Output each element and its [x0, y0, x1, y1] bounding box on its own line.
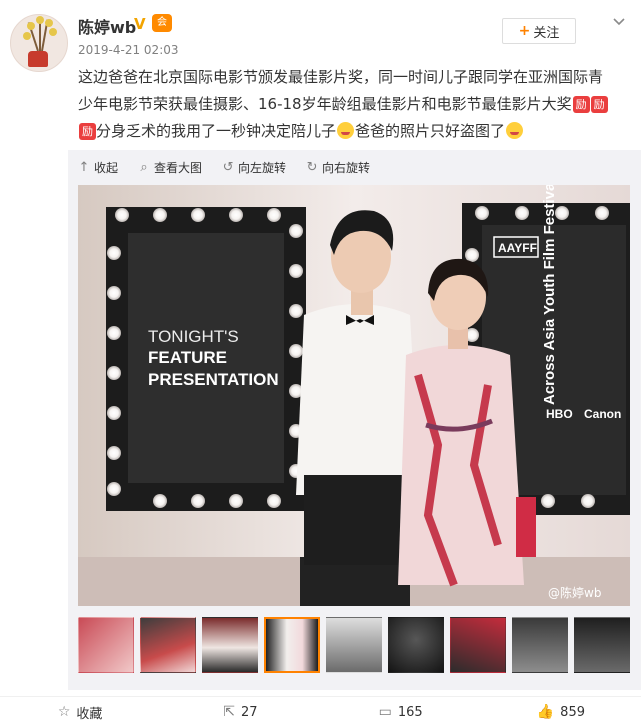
- collapse-button[interactable]: ↑ 收起: [78, 159, 118, 176]
- favorite-label: 收藏: [76, 706, 103, 722]
- magnifier-icon: ⌕: [140, 159, 148, 175]
- vip-badge-icon: 会: [152, 14, 172, 32]
- repost-button[interactable]: ⇱ 27: [160, 697, 320, 727]
- comment-count: 165: [397, 704, 423, 720]
- follow-label: 关注: [533, 25, 560, 41]
- emoji-tag-icon: 励: [590, 96, 608, 113]
- avatar[interactable]: [10, 14, 68, 72]
- like-button[interactable]: 👍 859: [481, 697, 641, 727]
- post-line-2-text: 少年电影节荣获最佳摄影、16-18岁年龄组最佳影片和电影节最佳影片大奖: [78, 95, 572, 113]
- post-line-3: 励分身乏术的我用了一秒钟决定陪儿子 爸爸的照片只好盗图了: [78, 118, 633, 145]
- arrow-up-icon: ↑: [78, 159, 90, 175]
- rotate-left-icon: ↺: [222, 159, 234, 175]
- rotate-right-button[interactable]: ↻ 向右旋转: [306, 159, 370, 176]
- post-timestamp[interactable]: 2019-4-21 02:03: [78, 43, 179, 57]
- thumbnail-9[interactable]: [574, 617, 630, 673]
- emoji-tag-icon: 励: [572, 96, 590, 113]
- rotate-right-icon: ↻: [306, 159, 318, 175]
- post-line-1: 这边爸爸在北京国际电影节颁发最佳影片奖，同一时间儿子跟同学在亚洲国际青: [78, 68, 604, 86]
- star-icon: ☆: [57, 704, 71, 720]
- thumbnail-4-selected[interactable]: [264, 617, 320, 673]
- repost-count: 27: [240, 704, 258, 720]
- festival-vertical-text: Across Asia Youth Film Festival 2019: [541, 185, 558, 405]
- weibo-post-card: 陈婷wb V 会 2019-4-21 02:03 + 关注 这边爸爸在北京国际电…: [0, 0, 641, 726]
- username[interactable]: 陈婷wb: [78, 14, 136, 38]
- thumbnail-2[interactable]: [140, 617, 196, 673]
- main-photo[interactable]: TONIGHT'S FEATURE PRESENTATION AAYFF Acr…: [78, 185, 630, 606]
- sponsor-canon: Canon: [584, 407, 621, 421]
- board-text-3: PRESENTATION: [148, 370, 279, 389]
- post-content: 这边爸爸在北京国际电影节颁发最佳影片奖，同一时间儿子跟同学在亚洲国际青 少年电影…: [78, 64, 633, 145]
- board-text-2: FEATURE: [148, 348, 227, 367]
- thumbnail-1[interactable]: [78, 617, 134, 673]
- tongue-emoji-icon: [337, 122, 355, 139]
- thumbnail-7[interactable]: [450, 617, 506, 673]
- rotate-left-label: 向左旋转: [238, 160, 287, 175]
- chevron-down-icon[interactable]: [611, 13, 627, 29]
- post-line-3a: 分身乏术的我用了一秒钟决定陪儿子: [96, 122, 337, 140]
- like-count: 859: [560, 704, 585, 720]
- board-text-1: TONIGHT'S: [148, 327, 239, 346]
- post-line-3b: 爸爸的照片只好盗图了: [355, 122, 506, 140]
- thumbs-up-icon: 👍: [536, 704, 555, 720]
- plus-icon: +: [518, 23, 531, 39]
- comment-icon: ▭: [378, 704, 392, 720]
- repost-icon: ⇱: [223, 704, 235, 720]
- sponsor-hbo: HBO: [546, 407, 573, 421]
- thumbnail-6[interactable]: [388, 617, 444, 673]
- favorite-button[interactable]: ☆ 收藏: [0, 697, 160, 727]
- emoji-tag-icon: 励: [79, 123, 96, 140]
- photo-credit: @陈婷wb: [548, 585, 601, 600]
- post-line-2: 少年电影节荣获最佳摄影、16-18岁年龄组最佳影片和电影节最佳影片大奖励励: [78, 91, 633, 118]
- thumbnail-strip: [78, 617, 630, 673]
- unamused-emoji-icon: [506, 122, 524, 139]
- collapse-label: 收起: [94, 160, 119, 175]
- rotate-left-button[interactable]: ↺ 向左旋转: [222, 159, 286, 176]
- view-large-label: 查看大图: [154, 160, 203, 175]
- comment-button[interactable]: ▭ 165: [321, 697, 481, 727]
- photo-scene: TONIGHT'S FEATURE PRESENTATION AAYFF Acr…: [78, 185, 630, 606]
- view-large-button[interactable]: ⌕ 查看大图: [138, 159, 202, 176]
- rotate-right-label: 向右旋转: [322, 160, 371, 175]
- thumbnail-8[interactable]: [512, 617, 568, 673]
- image-toolbar: ↑ 收起 ⌕ 查看大图 ↺ 向左旋转 ↻ 向右旋转: [78, 157, 371, 177]
- aayff-badge: AAYFF: [498, 241, 537, 255]
- thumbnail-5[interactable]: [326, 617, 382, 673]
- thumbnail-3[interactable]: [202, 617, 258, 673]
- follow-button[interactable]: + 关注: [502, 18, 576, 44]
- action-bar: ☆ 收藏 ⇱ 27 ▭ 165 👍 859: [0, 696, 641, 727]
- verified-v-icon: V: [134, 15, 146, 33]
